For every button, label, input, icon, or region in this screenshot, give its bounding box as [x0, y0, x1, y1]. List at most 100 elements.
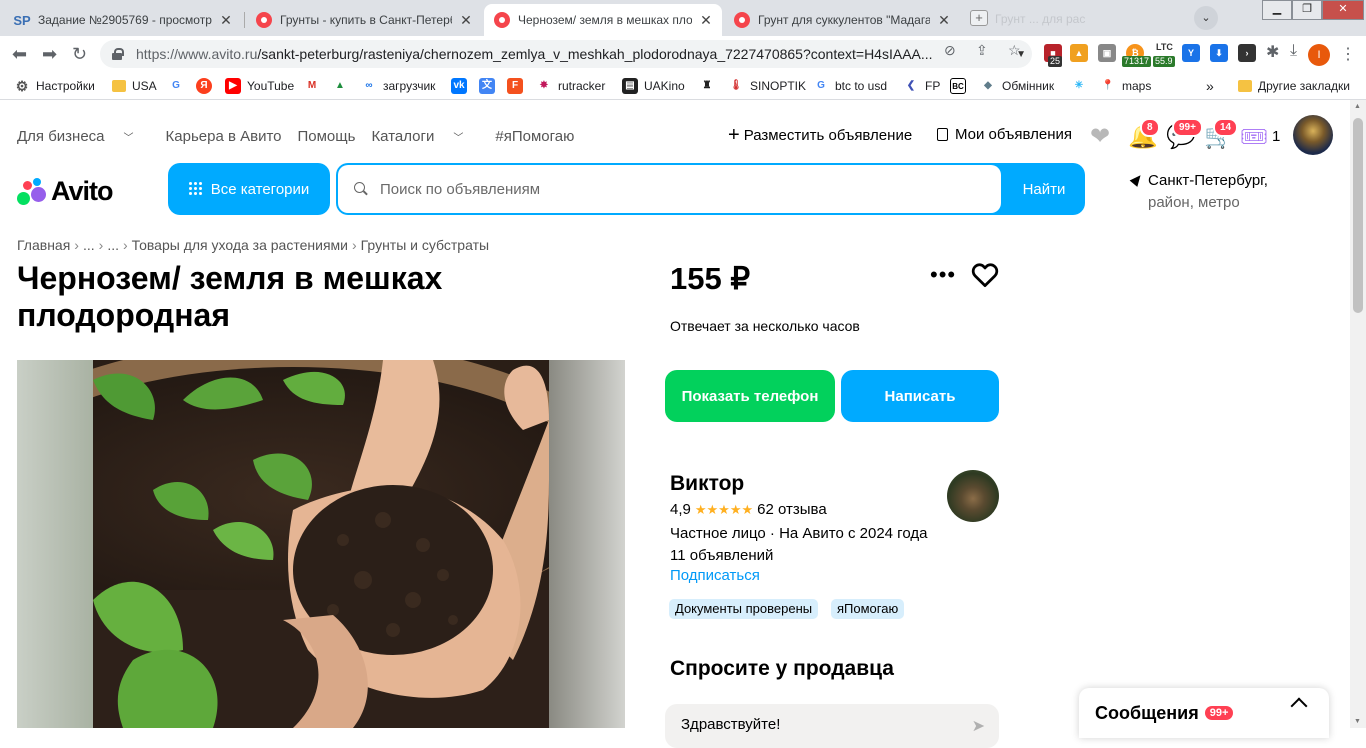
favorite-heart-icon[interactable] [970, 260, 1000, 290]
extension-download-icon[interactable]: ⬇ [1210, 44, 1228, 62]
bookmark-drive[interactable]: ▲ [332, 76, 354, 96]
bonus-ticket-icon[interactable]: 🎟 [1240, 124, 1268, 150]
chevron-up-icon[interactable] [1290, 697, 1308, 715]
seller-name[interactable]: Виктор [670, 472, 744, 496]
more-options-icon[interactable]: ••• [930, 262, 956, 288]
profile-avatar[interactable]: I [1308, 44, 1330, 66]
search-input[interactable] [378, 179, 938, 199]
bookmark-f[interactable]: F [507, 76, 529, 96]
nav-help[interactable]: Помощь [298, 128, 356, 145]
bookmark-star[interactable]: ✳ [1071, 76, 1093, 96]
write-message-button[interactable]: Написать [841, 370, 999, 422]
post-ad-link[interactable]: + Разместить объявление [728, 125, 912, 145]
browser-menu-icon[interactable]: ⋮ [1340, 44, 1356, 64]
address-bar[interactable]: https://www.avito.ru/sankt-peterburg/ras… [100, 40, 1032, 68]
bookmark-translate[interactable]: 文 [479, 76, 501, 96]
all-categories-button[interactable]: Все категории [168, 163, 330, 215]
bookmark-vk[interactable]: vk [451, 76, 473, 96]
nav-business[interactable]: Для бизнеса ﹀ [17, 128, 150, 145]
blocked-popup-icon[interactable]: ⊘ [944, 42, 956, 59]
thermometer-icon: 🌡 [729, 80, 743, 91]
bookmark-sinoptik[interactable]: 🌡 SINOPTIK [728, 76, 806, 96]
close-tab-icon[interactable]: ✕ [218, 12, 234, 29]
messages-widget[interactable]: Сообщения 99+ [1079, 688, 1329, 738]
bookmark-figure[interactable]: ♜ [699, 76, 721, 96]
my-ads-link[interactable]: Мои объявления [937, 126, 1072, 143]
back-icon[interactable]: ⬅ [12, 44, 27, 65]
bookmark-fp[interactable]: ❮ FP [903, 76, 941, 96]
nav-career[interactable]: Карьера в Авито [166, 128, 282, 145]
minimize-button[interactable]: ▁ [1262, 0, 1292, 20]
seller-rating[interactable]: 4,9 ★★★★★ 62 отзыва [670, 501, 827, 518]
bookmark-btc-usd[interactable]: Gbtc to usd [813, 76, 887, 96]
listing-photo-gallery[interactable] [17, 360, 625, 728]
documents-verified-badge[interactable]: Документы проверены [669, 599, 819, 619]
gallery-blur-left [17, 360, 93, 728]
bookmark-uakino[interactable]: ▤ UAKino [622, 76, 685, 96]
avito-logo[interactable]: Avito [17, 176, 113, 207]
extension-2-icon[interactable]: ▲ [1070, 44, 1088, 62]
exchange-icon: ◆ [984, 80, 992, 91]
bookmark-google[interactable]: G [168, 76, 190, 96]
tab-succulents[interactable]: Грунт для суккулентов "Мадагаск ✕ [724, 4, 960, 36]
bookmark-exchange[interactable]: ◆ Обмінник [980, 76, 1054, 96]
close-tab-icon[interactable]: ✕ [936, 12, 952, 29]
nav-catalogs[interactable]: Каталоги ﹀ [371, 128, 479, 145]
tab-soils[interactable]: Грунты - купить в Санкт-Петербу ✕ [246, 4, 482, 36]
close-window-button[interactable]: ✕ [1322, 0, 1364, 20]
bookmark-yandex[interactable]: Я [196, 76, 218, 96]
seller-avatar[interactable] [947, 470, 999, 522]
bookmark-youtube[interactable]: ▶ YouTube [225, 76, 294, 96]
bookmark-gmail[interactable]: M [304, 76, 326, 96]
forward-icon[interactable]: ➡ [42, 44, 57, 65]
breadcrumb-item[interactable]: Товары для ухода за растениями [132, 237, 348, 253]
downloads-icon[interactable]: ⤓ [1290, 42, 1297, 60]
subscribe-link[interactable]: Подписаться [670, 567, 760, 584]
breadcrumb-item[interactable]: Главная [17, 237, 70, 253]
breadcrumb-item[interactable]: Грунты и субстраты [361, 237, 489, 253]
puzzle-icon[interactable]: ✱ [1266, 42, 1279, 62]
search-button[interactable]: Найти [1003, 163, 1085, 215]
bookmark-usa[interactable]: USA [112, 76, 157, 96]
maximize-button[interactable]: ❐ [1292, 0, 1322, 20]
location-selector[interactable]: Санкт-Петербург, район, метро [1129, 170, 1268, 214]
reload-icon[interactable]: ↻ [72, 44, 87, 65]
bookmark-bc[interactable]: BC [950, 76, 972, 96]
show-phone-button[interactable]: Показать телефон [665, 370, 835, 422]
url-text[interactable]: https://www.avito.ru/sankt-peterburg/ras… [136, 46, 1010, 62]
seller-ads-count[interactable]: 11 объявлений [670, 545, 927, 567]
bookmark-downloader[interactable]: ∞ загрузчик [361, 76, 435, 96]
breadcrumb-item[interactable]: ... [83, 237, 95, 253]
favorites-heart-icon[interactable]: ❤ [1090, 122, 1110, 151]
scrollbar-thumb[interactable] [1353, 118, 1363, 313]
bookmark-maps[interactable]: 📍 maps [1100, 76, 1152, 96]
tab-title: Грунт для суккулентов "Мадагаск [758, 13, 930, 27]
tab-chernozem[interactable]: Чернозем/ земля в мешках плодо ✕ [484, 4, 722, 36]
new-tab-button[interactable]: + [970, 10, 988, 26]
bookmark-settings[interactable]: ⚙ Настройки [14, 76, 95, 96]
breadcrumb-item[interactable]: ... [107, 237, 119, 253]
nav-ihelp[interactable]: #яПомогаю [495, 128, 574, 145]
close-tab-icon[interactable]: ✕ [698, 12, 714, 29]
user-avatar[interactable] [1293, 115, 1333, 155]
folder-icon [112, 80, 126, 92]
tab-assignment[interactable]: SP Задание №2905769 - просмотр з ✕ [4, 4, 242, 36]
other-bookmarks[interactable]: Другие закладки [1238, 76, 1350, 96]
tab-search-button[interactable]: ⌄ [1194, 6, 1218, 30]
close-tab-icon[interactable]: ✕ [458, 12, 474, 29]
bookmarks-overflow[interactable]: » [1206, 76, 1214, 96]
scroll-down-icon[interactable]: ▼ [1354, 718, 1361, 725]
extension-3-icon[interactable]: ▣ [1098, 44, 1116, 62]
scroll-up-icon[interactable]: ▲ [1354, 103, 1361, 110]
page-scrollbar[interactable]: ▲ ▼ [1350, 100, 1366, 728]
send-icon[interactable]: ➤ [972, 716, 985, 736]
bookmark-rutracker[interactable]: ✸ rutracker [536, 76, 606, 96]
vk-icon: vk [451, 78, 467, 94]
share-icon[interactable]: ⇪ [976, 42, 988, 59]
extension-arrow-icon[interactable]: › [1238, 44, 1256, 62]
ihelp-badge[interactable]: яПомогаю [831, 599, 905, 619]
lock-icon[interactable] [112, 48, 124, 60]
bookmark-star-icon[interactable]: ☆ [1008, 42, 1021, 59]
extension-y-icon[interactable]: Y [1182, 44, 1200, 62]
quick-message-input[interactable]: Здравствуйте! ➤ [665, 704, 999, 748]
